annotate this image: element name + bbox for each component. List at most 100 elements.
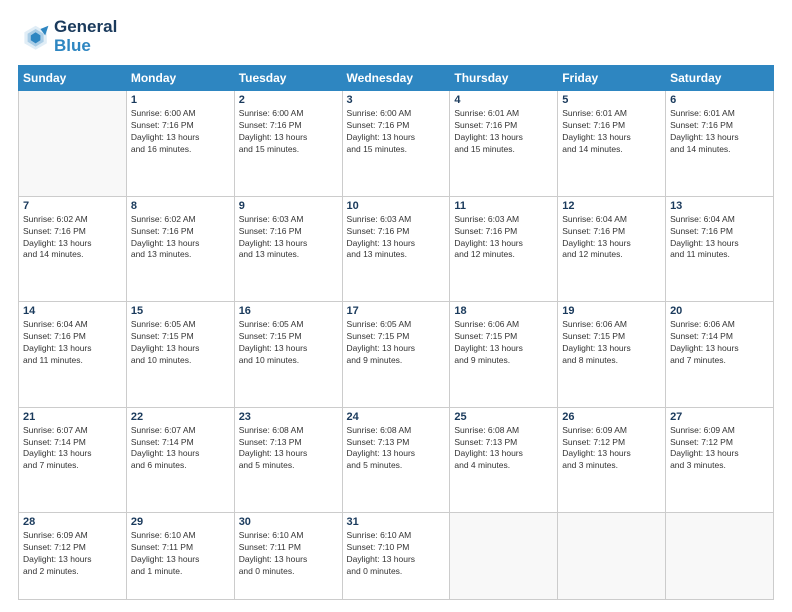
day-number: 30	[239, 516, 338, 528]
calendar-cell: 28 Sunrise: 6:09 AM Sunset: 7:12 PM Dayli…	[19, 513, 127, 600]
calendar-cell: 18 Sunrise: 6:06 AM Sunset: 7:15 PM Dayli…	[450, 302, 558, 407]
weekday-header: Saturday	[666, 66, 774, 91]
weekday-header: Sunday	[19, 66, 127, 91]
calendar-cell: 6Sunrise: 6:01 AM Sunset: 7:16 PM Daylig…	[666, 91, 774, 196]
day-info: Sunrise: 6:05 AM Sunset: 7:15 PM Dayligh…	[347, 319, 446, 367]
day-number: 1	[131, 94, 230, 106]
calendar-cell: 16 Sunrise: 6:05 AM Sunset: 7:15 PM Dayli…	[234, 302, 342, 407]
calendar-cell: 14 Sunrise: 6:04 AM Sunset: 7:16 PM Dayli…	[19, 302, 127, 407]
day-info: Sunrise: 6:03 AM Sunset: 7:16 PM Dayligh…	[454, 214, 553, 262]
day-info: Sunrise: 6:10 AM Sunset: 7:10 PM Dayligh…	[347, 530, 446, 578]
weekday-header: Thursday	[450, 66, 558, 91]
day-info: Sunrise: 6:01 AM Sunset: 7:16 PM Dayligh…	[562, 108, 661, 156]
day-number: 22	[131, 411, 230, 423]
weekday-header: Monday	[126, 66, 234, 91]
day-info: Sunrise: 6:07 AM Sunset: 7:14 PM Dayligh…	[131, 425, 230, 473]
day-info: Sunrise: 6:06 AM Sunset: 7:15 PM Dayligh…	[454, 319, 553, 367]
day-info: Sunrise: 6:01 AM Sunset: 7:16 PM Dayligh…	[454, 108, 553, 156]
calendar-table: SundayMondayTuesdayWednesdayThursdayFrid…	[18, 65, 774, 600]
day-info: Sunrise: 6:02 AM Sunset: 7:16 PM Dayligh…	[131, 214, 230, 262]
day-number: 27	[670, 411, 769, 423]
day-info: Sunrise: 6:00 AM Sunset: 7:16 PM Dayligh…	[347, 108, 446, 156]
logo-icon	[18, 21, 50, 53]
day-number: 25	[454, 411, 553, 423]
day-number: 18	[454, 305, 553, 317]
day-number: 14	[23, 305, 122, 317]
calendar-cell: 15 Sunrise: 6:05 AM Sunset: 7:15 PM Dayli…	[126, 302, 234, 407]
day-info: Sunrise: 6:03 AM Sunset: 7:16 PM Dayligh…	[239, 214, 338, 262]
calendar-cell: 1Sunrise: 6:00 AM Sunset: 7:16 PM Daylig…	[126, 91, 234, 196]
day-info: Sunrise: 6:08 AM Sunset: 7:13 PM Dayligh…	[347, 425, 446, 473]
logo-text: General Blue	[54, 18, 117, 55]
calendar-cell: 12 Sunrise: 6:04 AM Sunset: 7:16 PM Dayli…	[558, 196, 666, 301]
calendar-cell: 25 Sunrise: 6:08 AM Sunset: 7:13 PM Dayli…	[450, 407, 558, 512]
day-info: Sunrise: 6:04 AM Sunset: 7:16 PM Dayligh…	[23, 319, 122, 367]
calendar-cell: 24 Sunrise: 6:08 AM Sunset: 7:13 PM Dayli…	[342, 407, 450, 512]
day-number: 23	[239, 411, 338, 423]
weekday-header: Tuesday	[234, 66, 342, 91]
day-info: Sunrise: 6:08 AM Sunset: 7:13 PM Dayligh…	[454, 425, 553, 473]
header: General Blue	[18, 18, 774, 55]
calendar-cell: 22 Sunrise: 6:07 AM Sunset: 7:14 PM Dayli…	[126, 407, 234, 512]
day-number: 24	[347, 411, 446, 423]
day-info: Sunrise: 6:00 AM Sunset: 7:16 PM Dayligh…	[239, 108, 338, 156]
calendar-cell: 7 Sunrise: 6:02 AM Sunset: 7:16 PM Daylig…	[19, 196, 127, 301]
calendar-cell: 17 Sunrise: 6:05 AM Sunset: 7:15 PM Dayli…	[342, 302, 450, 407]
calendar-cell: 11 Sunrise: 6:03 AM Sunset: 7:16 PM Dayli…	[450, 196, 558, 301]
day-info: Sunrise: 6:06 AM Sunset: 7:14 PM Dayligh…	[670, 319, 769, 367]
day-info: Sunrise: 6:10 AM Sunset: 7:11 PM Dayligh…	[239, 530, 338, 578]
day-number: 4	[454, 94, 553, 106]
calendar-cell	[666, 513, 774, 600]
day-info: Sunrise: 6:09 AM Sunset: 7:12 PM Dayligh…	[670, 425, 769, 473]
day-info: Sunrise: 6:05 AM Sunset: 7:15 PM Dayligh…	[239, 319, 338, 367]
day-number: 29	[131, 516, 230, 528]
day-number: 28	[23, 516, 122, 528]
day-info: Sunrise: 6:04 AM Sunset: 7:16 PM Dayligh…	[562, 214, 661, 262]
calendar-cell: 21 Sunrise: 6:07 AM Sunset: 7:14 PM Dayli…	[19, 407, 127, 512]
day-info: Sunrise: 6:09 AM Sunset: 7:12 PM Dayligh…	[562, 425, 661, 473]
day-number: 20	[670, 305, 769, 317]
day-number: 13	[670, 200, 769, 212]
calendar-cell: 30 Sunrise: 6:10 AM Sunset: 7:11 PM Dayli…	[234, 513, 342, 600]
day-number: 9	[239, 200, 338, 212]
day-number: 21	[23, 411, 122, 423]
calendar-cell: 8 Sunrise: 6:02 AM Sunset: 7:16 PM Daylig…	[126, 196, 234, 301]
day-number: 7	[23, 200, 122, 212]
day-number: 10	[347, 200, 446, 212]
calendar-cell: 31 Sunrise: 6:10 AM Sunset: 7:10 PM Dayli…	[342, 513, 450, 600]
day-number: 17	[347, 305, 446, 317]
calendar-cell: 27 Sunrise: 6:09 AM Sunset: 7:12 PM Dayli…	[666, 407, 774, 512]
calendar-cell: 19Sunrise: 6:06 AM Sunset: 7:15 PM Dayli…	[558, 302, 666, 407]
calendar-cell: 29 Sunrise: 6:10 AM Sunset: 7:11 PM Dayli…	[126, 513, 234, 600]
calendar-cell: 3 Sunrise: 6:00 AM Sunset: 7:16 PM Daylig…	[342, 91, 450, 196]
day-info: Sunrise: 6:07 AM Sunset: 7:14 PM Dayligh…	[23, 425, 122, 473]
day-number: 8	[131, 200, 230, 212]
day-info: Sunrise: 6:01 AM Sunset: 7:16 PM Dayligh…	[670, 108, 769, 156]
calendar-cell: 26 Sunrise: 6:09 AM Sunset: 7:12 PM Dayli…	[558, 407, 666, 512]
day-info: Sunrise: 6:10 AM Sunset: 7:11 PM Dayligh…	[131, 530, 230, 578]
day-number: 31	[347, 516, 446, 528]
day-number: 16	[239, 305, 338, 317]
calendar-cell: 10Sunrise: 6:03 AM Sunset: 7:16 PM Dayli…	[342, 196, 450, 301]
day-info: Sunrise: 6:09 AM Sunset: 7:12 PM Dayligh…	[23, 530, 122, 578]
day-number: 26	[562, 411, 661, 423]
logo: General Blue	[18, 18, 117, 55]
day-number: 15	[131, 305, 230, 317]
day-info: Sunrise: 6:05 AM Sunset: 7:15 PM Dayligh…	[131, 319, 230, 367]
day-number: 12	[562, 200, 661, 212]
day-number: 3	[347, 94, 446, 106]
day-info: Sunrise: 6:06 AM Sunset: 7:15 PM Dayligh…	[562, 319, 661, 367]
day-info: Sunrise: 6:02 AM Sunset: 7:16 PM Dayligh…	[23, 214, 122, 262]
calendar-cell: 23 Sunrise: 6:08 AM Sunset: 7:13 PM Dayli…	[234, 407, 342, 512]
calendar-cell: 2 Sunrise: 6:00 AM Sunset: 7:16 PM Daylig…	[234, 91, 342, 196]
calendar-cell: 20 Sunrise: 6:06 AM Sunset: 7:14 PM Dayli…	[666, 302, 774, 407]
day-number: 5	[562, 94, 661, 106]
day-number: 11	[454, 200, 553, 212]
day-info: Sunrise: 6:08 AM Sunset: 7:13 PM Dayligh…	[239, 425, 338, 473]
calendar-cell: 9 Sunrise: 6:03 AM Sunset: 7:16 PM Daylig…	[234, 196, 342, 301]
calendar-cell: 5 Sunrise: 6:01 AM Sunset: 7:16 PM Daylig…	[558, 91, 666, 196]
page: General Blue SundayMondayTuesdayWednesda…	[0, 0, 792, 612]
weekday-header: Wednesday	[342, 66, 450, 91]
calendar-cell	[19, 91, 127, 196]
day-number: 2	[239, 94, 338, 106]
